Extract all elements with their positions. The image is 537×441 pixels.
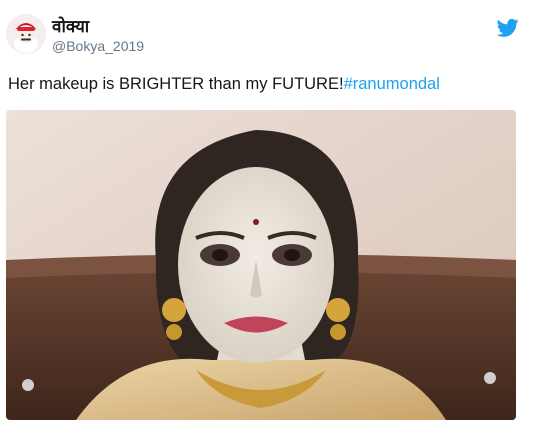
twitter-bird-icon[interactable] xyxy=(497,18,519,38)
hashtag-link[interactable]: #ranumondal xyxy=(344,75,440,93)
tweet-body: Her makeup is BRIGHTER than my FUTURE! xyxy=(8,75,344,93)
photo-image xyxy=(6,110,516,420)
avatar[interactable] xyxy=(6,14,46,54)
user-handle[interactable]: @Bokya_2019 xyxy=(52,38,144,54)
avatar-image xyxy=(6,14,46,54)
tweet-text: Her makeup is BRIGHTER than my FUTURE!#r… xyxy=(8,75,440,94)
display-name[interactable]: वोक्या xyxy=(52,14,89,37)
tweet-card: वोक्या @Bokya_2019 Her makeup is BRIGHTE… xyxy=(0,0,537,441)
tweet-photo[interactable] xyxy=(6,110,516,420)
